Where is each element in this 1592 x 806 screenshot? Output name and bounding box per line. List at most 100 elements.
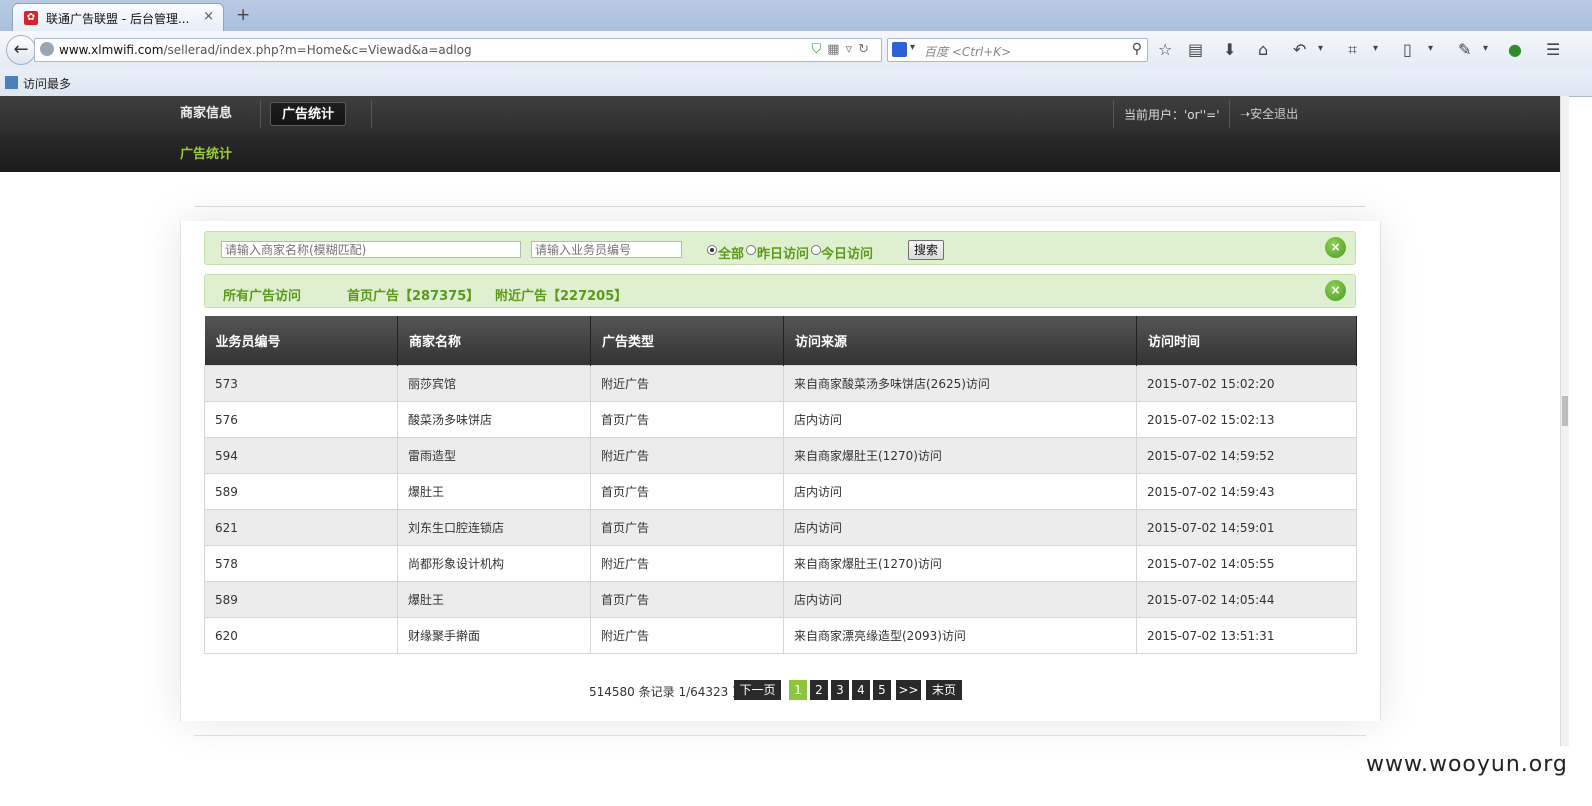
cell-merchant-name: 刘东生口腔连锁店	[397, 509, 591, 546]
cell-ad-type: 首页广告	[590, 401, 784, 438]
nav-divider	[1229, 100, 1230, 128]
search-bar[interactable]: ▾ 百度 <Ctrl+K> ⚲	[887, 38, 1148, 62]
cell-salesman-id: 620	[204, 617, 398, 654]
cell-visit-time: 2015-07-02 14:59:43	[1136, 473, 1357, 510]
col-header-merchant-name: 商家名称	[397, 316, 591, 366]
menu-icon[interactable]: ☰	[1546, 40, 1560, 59]
page-button-4[interactable]: 4	[852, 680, 870, 700]
scrollbar-thumb[interactable]	[1562, 396, 1568, 426]
url-path: /sellerad/index.php?m=Home&c=Viewad&a=ad…	[163, 43, 472, 57]
reading-list-icon[interactable]: ▤	[1188, 40, 1203, 59]
extension-icon[interactable]: ✎	[1458, 40, 1471, 59]
table-row: 589 爆肚王 首页广告 店内访问 2015-07-02 14:05:44	[204, 581, 1357, 618]
shield-icon[interactable]: ⛉	[812, 42, 828, 57]
bookmark-star-icon[interactable]: ☆	[1158, 40, 1172, 59]
radio-today[interactable]	[811, 245, 821, 255]
page-button-3[interactable]: 3	[831, 680, 849, 700]
cell-ad-type: 附近广告	[590, 365, 784, 402]
cell-merchant-name: 雷雨造型	[397, 437, 591, 474]
addon-icon[interactable]: ●	[1508, 40, 1522, 59]
cell-ad-type: 首页广告	[590, 581, 784, 618]
undo-icon[interactable]: ↶	[1293, 40, 1306, 59]
search-button[interactable]: 搜索	[908, 240, 944, 260]
cell-ad-type: 首页广告	[590, 473, 784, 510]
url-text[interactable]: www.xlmwifi.com/sellerad/index.php?m=Hom…	[59, 43, 472, 57]
cell-visit-time: 2015-07-02 14:05:44	[1136, 581, 1357, 618]
undo-dropdown-icon[interactable]: ▾	[1318, 43, 1323, 54]
cell-merchant-name: 丽莎宾馆	[397, 365, 591, 402]
search-form: 全部 昨日访问 今日访问 搜索 ×	[204, 231, 1356, 265]
cell-ad-type: 附近广告	[590, 617, 784, 654]
col-header-visit-time: 访问时间	[1136, 316, 1357, 366]
dropdown-icon[interactable]: ▿	[846, 42, 859, 57]
top-navigation: 商家信息 广告统计 当前用户：'or''=' ➝安全退出	[0, 96, 1568, 134]
extension-dropdown-icon[interactable]: ▾	[1483, 43, 1488, 54]
current-user-label: 当前用户：'or''='	[1124, 108, 1220, 122]
baidu-engine-icon[interactable]	[892, 42, 907, 57]
page-button-2[interactable]: 2	[810, 680, 828, 700]
qr-code-icon[interactable]: ▦	[827, 42, 845, 57]
nav-divider	[371, 100, 372, 128]
cell-visit-time: 2015-07-02 14:59:01	[1136, 509, 1357, 546]
nav-divider	[260, 100, 261, 128]
next-page-button[interactable]: 下一页	[734, 680, 781, 700]
last-page-button[interactable]: 末页	[926, 680, 962, 700]
table-row: 621 刘东生口腔连锁店 首页广告 店内访问 2015-07-02 14:59:…	[204, 509, 1357, 546]
logout-arrow-icon: ➝	[1240, 107, 1251, 121]
page-button-1[interactable]: 1	[789, 680, 807, 700]
table-header-row: 业务员编号 商家名称 广告类型 访问来源 访问时间	[204, 316, 1357, 366]
col-header-salesman-id: 业务员编号	[204, 316, 398, 366]
nav-ad-stats[interactable]: 广告统计	[270, 102, 347, 126]
cell-merchant-name: 爆肚王	[397, 581, 591, 618]
logout-label: 安全退出	[1250, 107, 1299, 121]
cell-salesman-id: 589	[204, 473, 398, 510]
radio-all[interactable]	[707, 245, 717, 255]
cell-visit-source: 来自商家酸菜汤多味饼店(2625)访问	[783, 365, 1137, 402]
cell-visit-time: 2015-07-02 14:59:52	[1136, 437, 1357, 474]
new-tab-button[interactable]: +	[236, 5, 250, 25]
crop-dropdown-icon[interactable]: ▾	[1373, 43, 1378, 54]
engine-dropdown-icon[interactable]: ▾	[910, 42, 915, 53]
reload-icon[interactable]: ↻	[858, 42, 875, 57]
table-row: 620 财缘聚手擀面 附近广告 来自商家漂亮缘造型(2093)访问 2015-0…	[204, 617, 1357, 654]
more-pages-button[interactable]: >>	[896, 680, 921, 700]
home-icon[interactable]: ⌂	[1258, 40, 1268, 59]
cell-visit-time: 2015-07-02 15:02:20	[1136, 365, 1357, 402]
stat-home-ads[interactable]: 首页广告【287375】	[347, 285, 479, 304]
stat-all-visits[interactable]: 所有广告访问	[223, 285, 301, 304]
cell-visit-time: 2015-07-02 13:51:31	[1136, 617, 1357, 654]
download-icon[interactable]: ⬇	[1223, 40, 1236, 59]
page-scrollbar[interactable]	[1560, 96, 1569, 746]
crop-icon[interactable]: ⌗	[1348, 40, 1357, 60]
close-stats-icon[interactable]: ×	[1325, 280, 1346, 301]
merchant-name-input[interactable]	[221, 241, 521, 258]
phone-icon[interactable]: ▯	[1403, 40, 1412, 59]
address-bar[interactable]: www.xlmwifi.com/sellerad/index.php?m=Hom…	[34, 38, 882, 62]
search-placeholder: 百度 <Ctrl+K>	[924, 45, 1012, 59]
browser-tab[interactable]: ✿ 联通广告联盟 - 后台管理... ×	[12, 3, 224, 31]
cell-merchant-name: 酸菜汤多味饼店	[397, 401, 591, 438]
salesman-id-input[interactable]	[531, 241, 682, 258]
cell-visit-source: 来自商家爆肚王(1270)访问	[783, 545, 1137, 582]
radio-yesterday[interactable]	[746, 245, 756, 255]
phone-dropdown-icon[interactable]: ▾	[1428, 43, 1433, 54]
logout-link[interactable]: ➝安全退出	[1240, 105, 1298, 122]
stats-bar: 所有广告访问 首页广告【287375】 附近广告【227205】 ×	[204, 274, 1356, 308]
cell-salesman-id: 621	[204, 509, 398, 546]
url-domain: www.xlmwifi.com	[59, 43, 164, 57]
cell-ad-type: 附近广告	[590, 437, 784, 474]
close-search-icon[interactable]: ×	[1325, 237, 1346, 258]
cell-visit-source: 店内访问	[783, 509, 1137, 546]
magnifier-icon[interactable]: ⚲	[1132, 41, 1142, 57]
nav-merchant-info[interactable]: 商家信息	[169, 102, 243, 126]
bookmark-most-visited[interactable]: 访问最多	[23, 75, 71, 92]
tab-close-icon[interactable]: ×	[203, 9, 214, 24]
subnav-ad-stats[interactable]: 广告统计	[180, 143, 232, 162]
cell-ad-type: 附近广告	[590, 545, 784, 582]
back-button[interactable]: ←	[6, 35, 36, 65]
page-button-5[interactable]: 5	[873, 680, 891, 700]
cell-visit-source: 来自商家爆肚王(1270)访问	[783, 437, 1137, 474]
cell-merchant-name: 财缘聚手擀面	[397, 617, 591, 654]
stat-nearby-ads[interactable]: 附近广告【227205】	[495, 285, 627, 304]
cell-salesman-id: 594	[204, 437, 398, 474]
